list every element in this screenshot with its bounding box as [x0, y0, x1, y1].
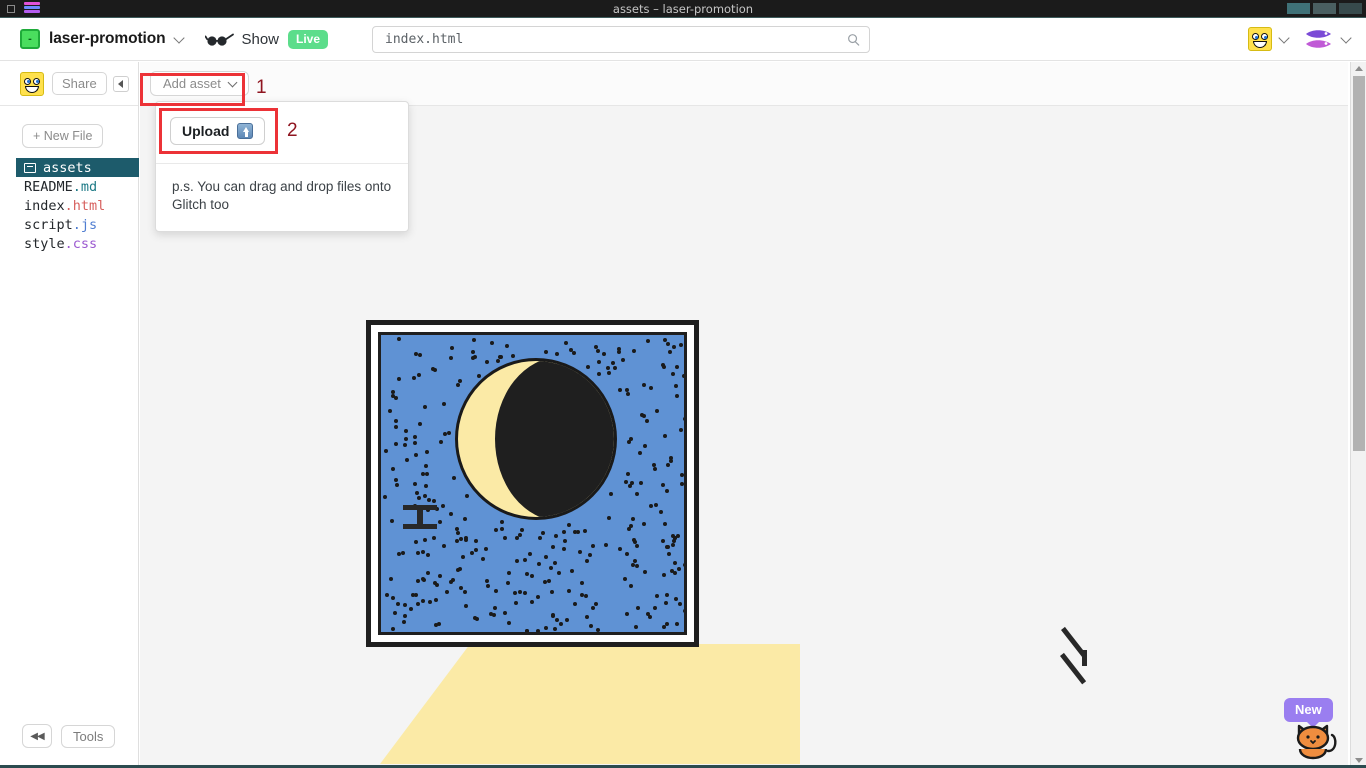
mascot-area[interactable]: New [1284, 698, 1342, 768]
annotation-box-1 [140, 73, 245, 106]
window-title: assets – laser-promotion [612, 1, 754, 16]
window-illustration [366, 320, 699, 647]
file-path-bar[interactable]: index.html [372, 25, 871, 53]
rewind-button[interactable]: ◀◀ [22, 724, 52, 748]
scroll-down-arrow[interactable] [1355, 758, 1363, 763]
file-list: assets README .md index .html script .js st… [0, 158, 139, 253]
file-name: index [24, 197, 65, 214]
share-button[interactable]: Share [52, 72, 107, 95]
live-badge: Live [288, 29, 329, 49]
os-title-bar: assets – laser-promotion [0, 0, 1366, 18]
close-button[interactable] [1339, 3, 1362, 14]
file-name: script [24, 216, 73, 233]
collapse-left-icon[interactable] [112, 75, 129, 92]
file-name: assets [43, 159, 92, 176]
sidebar-footer: ◀◀ Tools [22, 724, 116, 748]
sidebar-item-assets[interactable]: assets [16, 158, 139, 177]
file-name: README [24, 178, 73, 195]
file-name: style [24, 235, 65, 252]
crescent-moon-icon [455, 358, 617, 520]
app-header: - laser-promotion Show Live index.html [0, 18, 1366, 61]
moon-shadow [495, 361, 614, 517]
sidebar-item-readme[interactable]: README .md [0, 177, 138, 196]
file-ext: .md [72, 178, 98, 195]
fish-avatar[interactable] [1304, 28, 1334, 50]
search-icon[interactable] [847, 33, 860, 46]
sidebar-avatar[interactable] [20, 71, 44, 96]
folder-icon [24, 162, 36, 173]
night-sky [378, 332, 687, 635]
editor-toolbar: Add asset [140, 62, 1348, 106]
sidebar-header: Share [0, 62, 138, 106]
vertical-scrollbar[interactable] [1350, 62, 1366, 768]
new-badge: New [1284, 698, 1333, 728]
header-account-area [1248, 27, 1352, 51]
annotation-number-1: 1 [256, 77, 267, 98]
file-path-value: index.html [385, 31, 464, 47]
new-file-button[interactable]: + New File [22, 124, 104, 148]
tools-button[interactable]: Tools [61, 724, 116, 748]
sidebar-item-style-css[interactable]: style .css [0, 234, 138, 253]
scrollbar-thumb[interactable] [1353, 76, 1365, 451]
file-ext: .html [64, 197, 106, 214]
chevron-down-icon[interactable] [1340, 31, 1352, 44]
project-name[interactable]: laser-promotion [49, 30, 166, 48]
show-label[interactable]: Show [241, 31, 279, 48]
user-avatar[interactable] [1248, 27, 1272, 51]
annotation-box-2 [159, 108, 278, 154]
chevron-down-icon[interactable] [173, 31, 186, 44]
cat-mascot-icon[interactable] [1290, 721, 1342, 763]
moonbeam-shape [380, 644, 800, 764]
file-ext: .js [72, 216, 98, 233]
minimize-button[interactable] [1287, 3, 1310, 14]
chevron-down-icon[interactable] [1278, 31, 1290, 44]
sunglasses-icon [205, 33, 235, 46]
project-avatar[interactable]: - [20, 29, 40, 49]
lightning-bolt-shape [1060, 626, 1094, 686]
sidebar: Share + New File assets README .md index.… [0, 62, 139, 768]
maximize-button[interactable] [1313, 3, 1336, 14]
scroll-up-arrow[interactable] [1355, 66, 1363, 71]
annotation-number-2: 2 [287, 120, 298, 141]
window-controls[interactable] [1287, 3, 1362, 14]
i-beam-shape [403, 505, 437, 529]
sidebar-item-script-js[interactable]: script .js [0, 215, 138, 234]
dropdown-note: p.s. You can drag and drop files onto Gl… [172, 179, 392, 212]
file-ext: .css [64, 235, 98, 252]
sidebar-item-index-html[interactable]: index .html [0, 196, 138, 215]
